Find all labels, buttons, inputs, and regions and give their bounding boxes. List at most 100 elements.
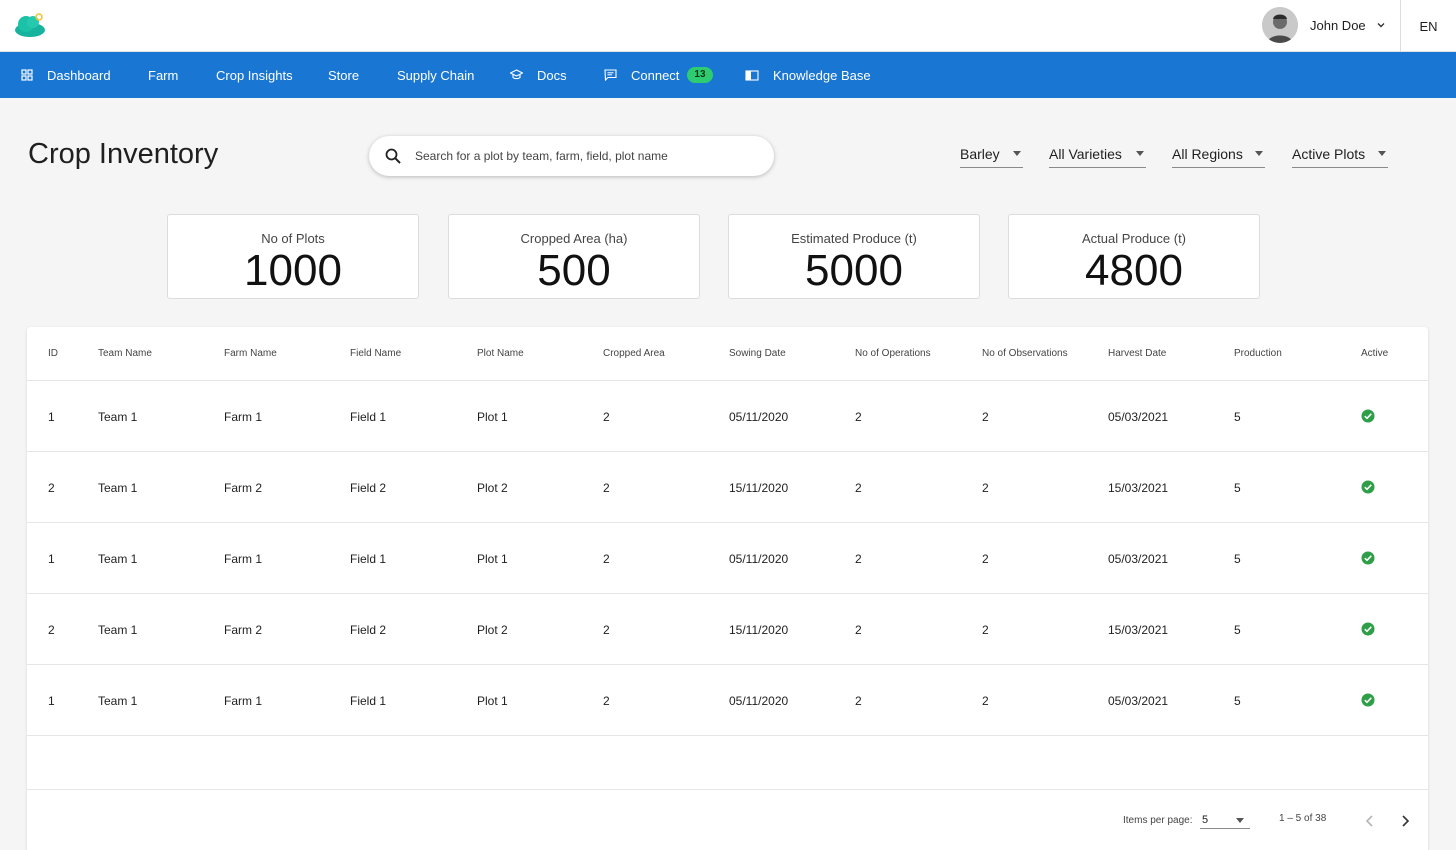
cell-team: Team 1 <box>98 410 138 424</box>
column-header-plot[interactable]: Plot Name <box>477 348 524 359</box>
items-per-page-select[interactable]: 5 <box>1200 811 1250 829</box>
column-header-harvest-date[interactable]: Harvest Date <box>1108 348 1166 359</box>
cell-observations: 2 <box>982 623 989 637</box>
stat-label: No of Plots <box>261 231 325 246</box>
table-row[interactable]: 1 Team 1 Farm 1 Field 1 Plot 1 2 05/11/2… <box>27 381 1428 452</box>
top-bar: John Doe EN <box>0 0 1456 52</box>
cell-team: Team 1 <box>98 623 138 637</box>
nav-item-connect[interactable]: Connect 13 <box>604 52 713 98</box>
cell-cropped-area: 2 <box>603 623 610 637</box>
cell-cropped-area: 2 <box>603 410 610 424</box>
chevron-right-icon[interactable] <box>1398 813 1412 829</box>
stat-value: 5000 <box>805 246 903 295</box>
cell-farm: Farm 1 <box>224 552 263 566</box>
chevron-left-icon[interactable] <box>1363 813 1377 829</box>
variety-filter-value: All Varieties <box>1049 145 1122 162</box>
items-per-page-value: 5 <box>1202 814 1209 826</box>
nav-item-farm[interactable]: Farm <box>148 52 178 98</box>
language-selector[interactable]: EN <box>1401 0 1456 52</box>
items-per-page-label: Items per page: <box>1123 815 1193 826</box>
stat-label: Actual Produce (t) <box>1081 231 1187 246</box>
caret-down-icon <box>1136 151 1144 156</box>
nav-item-store[interactable]: Store <box>328 52 359 98</box>
stat-card-plots: No of Plots 1000 <box>167 214 419 299</box>
cell-harvest-date: 15/03/2021 <box>1108 623 1169 637</box>
cell-farm: Farm 1 <box>224 694 263 708</box>
cell-farm: Farm 2 <box>224 623 263 637</box>
book-icon <box>745 69 759 81</box>
user-menu[interactable]: John Doe <box>1262 6 1386 44</box>
column-header-active[interactable]: Active <box>1361 348 1388 359</box>
status-filter-value: Active Plots <box>1292 145 1366 162</box>
search-input[interactable] <box>415 149 745 163</box>
column-header-field[interactable]: Field Name <box>350 348 401 359</box>
notification-badge: 13 <box>687 67 713 83</box>
nav-item-crop-insights[interactable]: Crop Insights <box>216 52 293 98</box>
cell-operations: 2 <box>855 410 862 424</box>
check-circle-icon <box>1361 551 1375 565</box>
column-header-team[interactable]: Team Name <box>98 348 152 359</box>
check-circle-icon <box>1361 693 1375 707</box>
nav-item-dashboard[interactable]: Dashboard <box>21 52 111 98</box>
column-header-farm[interactable]: Farm Name <box>224 348 277 359</box>
cell-cropped-area: 2 <box>603 552 610 566</box>
nav-label: Supply Chain <box>397 67 475 83</box>
table-row[interactable]: 1 Team 1 Farm 1 Field 1 Plot 1 2 05/11/2… <box>27 523 1428 594</box>
check-circle-icon <box>1361 480 1375 494</box>
region-filter[interactable]: All Regions <box>1172 142 1265 168</box>
stat-value: 500 <box>537 246 611 295</box>
cell-harvest-date: 05/03/2021 <box>1108 694 1169 708</box>
cell-id: 1 <box>48 410 55 424</box>
cell-observations: 2 <box>982 481 989 495</box>
nav-label: Store <box>328 67 360 83</box>
cell-production: 5 <box>1234 481 1241 495</box>
stat-card-actual-produce: Actual Produce (t) 4800 <box>1008 214 1260 299</box>
cell-plot: Plot 2 <box>477 481 508 495</box>
nav-item-knowledge-base[interactable]: Knowledge Base <box>745 52 871 98</box>
cell-production: 5 <box>1234 410 1241 424</box>
status-filter[interactable]: Active Plots <box>1292 142 1388 168</box>
inventory-table: ID Team Name Farm Name Field Name Plot N… <box>27 327 1428 850</box>
cell-team: Team 1 <box>98 552 138 566</box>
cell-field: Field 2 <box>350 623 387 637</box>
cell-field: Field 1 <box>350 552 387 566</box>
divider <box>27 789 1428 790</box>
cell-sowing-date: 05/11/2020 <box>729 552 789 566</box>
cell-id: 2 <box>48 623 55 637</box>
cell-plot: Plot 2 <box>477 623 508 637</box>
cell-plot: Plot 1 <box>477 694 508 708</box>
table-row[interactable]: 2 Team 1 Farm 2 Field 2 Plot 2 2 15/11/2… <box>27 594 1428 665</box>
stat-label: Estimated Produce (t) <box>791 231 917 246</box>
cell-id: 2 <box>48 481 55 495</box>
cell-operations: 2 <box>855 623 862 637</box>
nav-item-docs[interactable]: Docs <box>510 52 567 98</box>
logo-icon[interactable] <box>12 8 48 40</box>
column-header-cropped-area[interactable]: Cropped Area <box>603 348 665 359</box>
variety-filter[interactable]: All Varieties <box>1049 142 1146 168</box>
nav-label: Crop Insights <box>216 67 293 83</box>
stat-value: 4800 <box>1085 246 1183 295</box>
grid-icon <box>21 69 33 81</box>
cell-operations: 2 <box>855 481 862 495</box>
table-row[interactable]: 2 Team 1 Farm 2 Field 2 Plot 2 2 15/11/2… <box>27 452 1428 523</box>
nav-item-supply-chain[interactable]: Supply Chain <box>397 52 474 98</box>
table-row[interactable]: 1 Team 1 Farm 1 Field 1 Plot 1 2 05/11/2… <box>27 665 1428 736</box>
cell-id: 1 <box>48 552 55 566</box>
column-header-operations[interactable]: No of Operations <box>855 348 931 359</box>
cell-production: 5 <box>1234 552 1241 566</box>
nav-label: Connect <box>631 67 680 83</box>
cell-field: Field 1 <box>350 694 387 708</box>
cell-harvest-date: 05/03/2021 <box>1108 552 1169 566</box>
column-header-sowing-date[interactable]: Sowing Date <box>729 348 786 359</box>
cell-sowing-date: 05/11/2020 <box>729 410 789 424</box>
chat-icon <box>604 69 617 81</box>
cell-field: Field 2 <box>350 481 387 495</box>
crop-filter[interactable]: Barley <box>960 142 1023 168</box>
search-bar[interactable] <box>369 136 774 176</box>
column-header-production[interactable]: Production <box>1234 348 1282 359</box>
cell-cropped-area: 2 <box>603 481 610 495</box>
page-title: Crop Inventory <box>28 138 219 170</box>
column-header-id[interactable]: ID <box>48 348 58 359</box>
column-header-observations[interactable]: No of Observations <box>982 348 1068 359</box>
cell-sowing-date: 15/11/2020 <box>729 481 789 495</box>
